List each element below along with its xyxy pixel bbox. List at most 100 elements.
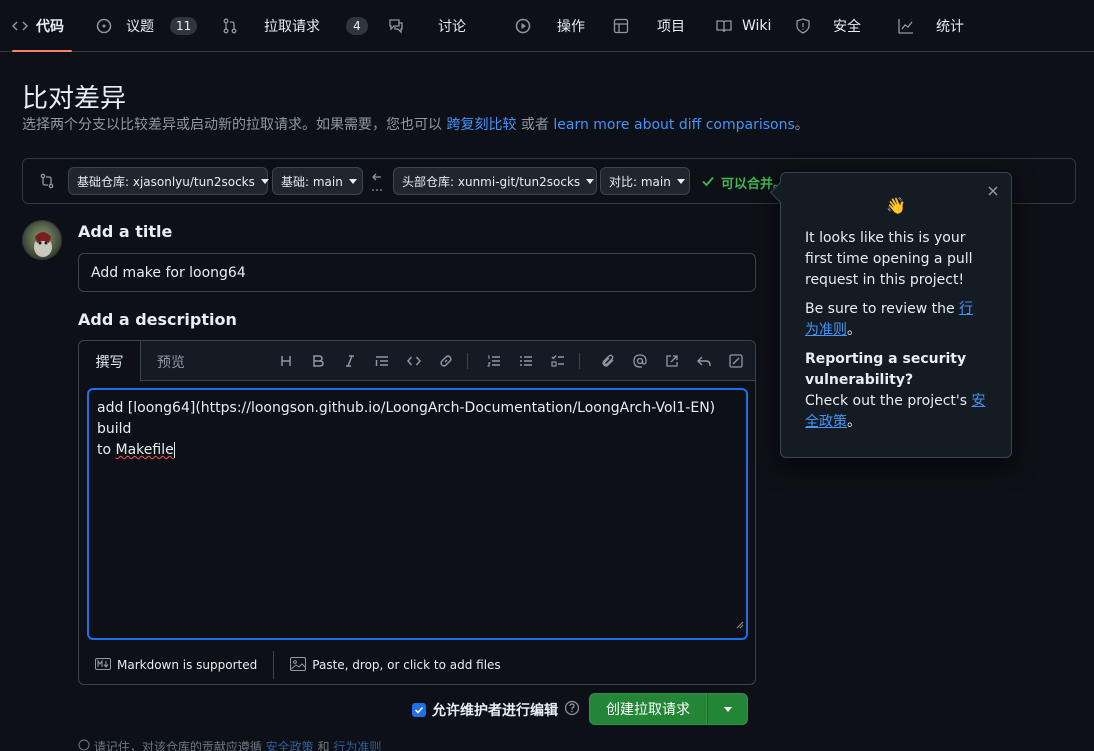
tab-preview-label: 预览 (157, 354, 185, 371)
image-icon (290, 656, 307, 674)
base-branch-select[interactable]: 基础: main (272, 167, 363, 195)
subtitle-text: 选择两个分支以比较差异或启动新的拉取请求。如果需要，您也可以 (22, 117, 442, 133)
compare-branch-select[interactable]: 对比: main (600, 167, 690, 195)
description-line-2-prefix: to (97, 442, 116, 458)
page-title: 比对差异 (22, 84, 127, 114)
editor-toolbar: 撰写 预览 (79, 341, 755, 382)
create-options-dropdown[interactable] (707, 693, 748, 725)
resize-handle-icon[interactable] (736, 615, 744, 636)
first-pr-popover: 👋 It looks like this is your first time … (780, 172, 1012, 458)
code-of-conduct-link[interactable]: 行为准则 (333, 740, 381, 751)
tab-projects[interactable]: 项目 (613, 0, 685, 52)
popover-review-suffix: 。 (847, 322, 861, 338)
ordered-list-icon[interactable] (485, 352, 503, 370)
quote-icon[interactable] (373, 352, 391, 370)
title-input[interactable] (78, 253, 756, 292)
paperclip-icon[interactable] (599, 352, 617, 370)
chevron-down-icon (723, 706, 732, 712)
subtitle-period: 。 (794, 117, 809, 133)
tab-pulls-label: 拉取请求 (264, 19, 320, 35)
tab-issues[interactable]: 议题 11 (96, 0, 198, 52)
tab-actions[interactable]: 操作 (515, 0, 585, 52)
chevron-down-icon (586, 178, 595, 184)
popover-security: Check out the project's 安全政策。 (805, 391, 987, 433)
popover-security-heading: Reporting a security vulnerability? (805, 351, 967, 388)
heading-icon[interactable] (277, 352, 295, 370)
contribution-note: 请记住，对该仓库的贡献应遵循 安全政策 和 行为准则 (78, 738, 381, 751)
tab-security-label: 安全 (833, 19, 861, 35)
mention-icon[interactable] (631, 352, 649, 370)
pull-request-icon (222, 18, 238, 34)
attach-note-label: Paste, drop, or click to add files (312, 658, 501, 672)
code-icon (12, 18, 28, 34)
popover-security-suffix: 。 (847, 414, 861, 430)
code-icon[interactable] (405, 352, 423, 370)
graph-icon (898, 18, 914, 34)
description-line-1: add [loong64](https://loongson.github.io… (97, 400, 716, 437)
tab-projects-label: 项目 (657, 19, 685, 35)
play-icon (515, 18, 531, 34)
security-policy-link[interactable]: 安全政策 (266, 740, 314, 751)
check-icon (701, 174, 715, 192)
tab-insights[interactable]: 统计 (898, 0, 964, 52)
toolbar-divider (579, 353, 580, 369)
reply-icon[interactable] (695, 352, 713, 370)
head-repo-select[interactable]: 头部仓库: xunmi-git/tun2socks (393, 167, 597, 195)
link-icon[interactable] (437, 352, 455, 370)
tab-write[interactable]: 撰写 (79, 341, 141, 382)
attach-files[interactable]: Paste, drop, or click to add files (274, 656, 516, 674)
toolbar-divider (467, 353, 468, 369)
base-branch-label: 基础: main (281, 174, 343, 189)
table-icon (613, 18, 629, 34)
base-repo-select[interactable]: 基础仓库: xjasonlyu/tun2socks (68, 167, 269, 195)
chevron-down-icon (348, 178, 357, 184)
tab-code-label: 代码 (36, 19, 64, 35)
create-pull-request-label: 创建拉取请求 (606, 702, 690, 718)
contribution-note-and: 和 (317, 740, 330, 751)
tab-issues-label: 议题 (126, 19, 154, 35)
issue-icon (96, 18, 112, 34)
tab-code[interactable]: 代码 (12, 0, 72, 52)
base-repo-label: 基础仓库: xjasonlyu/tun2socks (77, 174, 255, 189)
description-editor: 撰写 预览 add [loong64](https://loongson.git… (78, 340, 756, 685)
learn-more-link[interactable]: learn more about diff comparisons (553, 117, 794, 133)
close-icon[interactable] (985, 183, 1001, 199)
allow-edits-label: 允许维护者进行编辑 (432, 703, 558, 719)
allow-edits-checkbox[interactable] (412, 703, 426, 717)
tab-discussions[interactable]: 讨论 (388, 0, 466, 52)
tab-discussions-label: 讨论 (438, 19, 466, 35)
reference-icon[interactable] (663, 352, 681, 370)
italic-icon[interactable] (341, 352, 359, 370)
cross-fork-link[interactable]: 跨复刻比较 (446, 117, 516, 133)
arrow-left-icon (370, 170, 384, 198)
bold-icon[interactable] (309, 352, 327, 370)
tab-insights-label: 统计 (936, 19, 964, 35)
tab-actions-label: 操作 (557, 19, 585, 35)
fullscreen-icon[interactable] (727, 352, 745, 370)
task-list-icon[interactable] (549, 352, 567, 370)
repo-nav: 代码 议题 11 拉取请求 4 讨论 操作 项目 Wiki 安全 统计 (0, 0, 1094, 52)
create-pull-request-button[interactable]: 创建拉取请求 (589, 693, 707, 725)
description-textarea[interactable]: add [loong64](https://loongson.github.io… (87, 388, 748, 640)
shield-icon (795, 18, 811, 34)
head-repo-label: 头部仓库: xunmi-git/tun2socks (402, 174, 581, 189)
markdown-note-label: Markdown is supported (117, 658, 258, 672)
markdown-note[interactable]: Markdown is supported (79, 657, 273, 673)
title-label: Add a title (78, 222, 173, 241)
tab-preview[interactable]: 预览 (141, 341, 201, 382)
tab-pull-requests[interactable]: 拉取请求 4 (222, 0, 368, 52)
description-line-2: to Makefile (97, 440, 738, 461)
book-icon (716, 18, 732, 34)
misspelled-word: Makefile (115, 442, 174, 458)
subtitle-or: 或者 (520, 117, 549, 133)
tab-security[interactable]: 安全 (795, 0, 861, 52)
chevron-down-icon (676, 178, 685, 184)
info-icon (78, 739, 90, 751)
allow-edits-option[interactable]: 允许维护者进行编辑 (412, 700, 580, 720)
unordered-list-icon[interactable] (517, 352, 535, 370)
popover-review-prefix: Be sure to review the (805, 301, 960, 317)
question-icon[interactable] (564, 700, 580, 720)
pulls-counter: 4 (346, 17, 368, 35)
tab-wiki[interactable]: Wiki (716, 0, 771, 52)
compare-icon (39, 173, 55, 193)
